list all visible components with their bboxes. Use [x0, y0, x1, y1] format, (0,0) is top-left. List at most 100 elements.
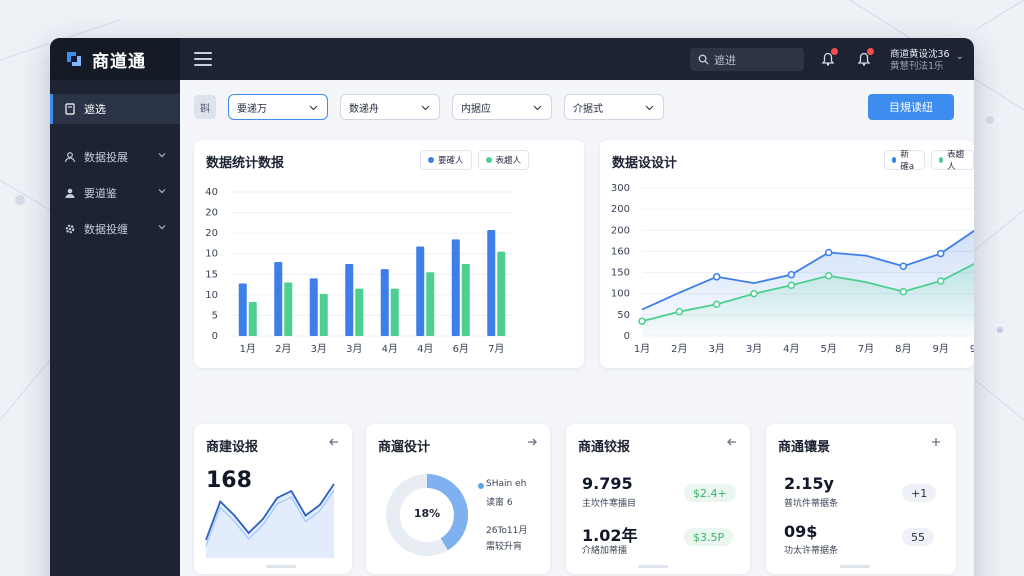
stat-card-metrics-b: 商通镶景 2.15y 普坑件蒂据条 +1 09$ 功太许蒂据条 55	[766, 424, 956, 574]
plus-icon[interactable]	[930, 436, 942, 448]
line-chart-card: 数据设设计 新確a 表趨人 0 50 100 150 160 200 200 300 1月 2月 3…	[600, 140, 974, 368]
alert-bell-icon[interactable]	[856, 48, 874, 67]
chevron-down-icon	[158, 225, 166, 230]
y-tick-label: 20	[205, 228, 218, 239]
x-tick-label: 2月	[275, 343, 291, 355]
select-value: 数递舟	[349, 103, 379, 115]
metric-label-1: 主坎件寒擂目	[582, 499, 637, 509]
x-tick-label: 4月	[783, 343, 799, 355]
user-menu[interactable]: 商道黄设沈36 黄慧刊法1乐 ⌄	[890, 49, 964, 73]
metric-pill-2: 55	[902, 528, 934, 546]
users-icon	[64, 152, 76, 163]
sidebar-item-label: 数据投展	[84, 151, 128, 164]
arrow-right-icon[interactable]	[526, 436, 538, 448]
bar-series-2	[284, 282, 293, 336]
donut-label: 18%	[413, 507, 441, 520]
filter-select-4[interactable]: 介据式	[564, 94, 664, 120]
y-tick-label: 10	[205, 290, 218, 301]
data-point	[899, 262, 908, 270]
sidebar-item-users[interactable]: 要道鉴	[50, 178, 180, 208]
stat-card-sparkline: 商建设报 168	[194, 424, 352, 574]
y-tick-label: 5	[212, 310, 218, 321]
x-tick-label: 6月	[453, 343, 469, 355]
arrow-left-icon[interactable]	[726, 436, 738, 448]
metric-label-2: 功太许蒂据条	[784, 546, 839, 556]
user-icon	[65, 188, 75, 198]
chevron-down-icon	[533, 105, 542, 111]
menu-toggle-icon[interactable]	[194, 52, 212, 66]
metric-value-2: 09$	[784, 522, 818, 541]
x-tick-label: 1月	[634, 343, 650, 355]
scroll-indicator	[840, 565, 870, 568]
data-point	[787, 270, 796, 279]
y-tick-label: 200	[611, 204, 630, 215]
filter-select-3[interactable]: 内据应	[452, 94, 552, 120]
filter-icon[interactable]: 斟	[194, 95, 216, 119]
metric-pill-2: $3.5P	[684, 528, 734, 546]
data-point	[712, 273, 721, 281]
document-icon	[65, 103, 75, 115]
user-name: 商道黄设沈36	[890, 49, 950, 60]
y-tick-label: 300	[611, 183, 630, 194]
bar-series-2	[319, 293, 328, 336]
y-tick-label: 40	[205, 187, 218, 198]
y-tick-label: 0	[212, 331, 218, 342]
bar-chart-card: 数据统计数报 要確人 表趨人 0 5 10 15 10 20 20 40 1月 2月 3月 3月 4月 4…	[194, 140, 584, 368]
data-point	[675, 307, 684, 316]
x-tick-label: 4月	[382, 343, 398, 355]
sidebar-item-overview[interactable]: 遮选	[50, 94, 180, 124]
card-title: 商遛役计	[378, 440, 431, 455]
card-title: 商通铰报	[578, 440, 631, 455]
x-tick-label: 9月	[970, 343, 974, 355]
y-tick-label: 0	[624, 331, 630, 342]
bar-series-1	[238, 283, 247, 336]
select-value: 要递万	[237, 103, 267, 115]
search-placeholder: 遮进	[714, 53, 736, 67]
sidebar-item-label: 数据投缠	[84, 223, 128, 236]
data-point	[712, 300, 721, 309]
data-point	[899, 287, 908, 296]
search-input[interactable]: 遮进	[690, 48, 804, 71]
filter-select-2[interactable]: 数递舟	[340, 94, 440, 120]
bar-series-1	[345, 264, 354, 336]
data-point	[787, 281, 796, 290]
metric-label-2: 介絡加蒂擂	[582, 546, 628, 556]
filter-select-1[interactable]: 要递万	[228, 94, 328, 120]
sidebar: 遮选 数据投展 要道鉴 数据投缠	[50, 80, 180, 576]
bar-series-2	[461, 264, 470, 336]
primary-action-button[interactable]: 目規读纽	[868, 94, 954, 120]
top-bar: 商道通 遮进 商道黄设沈36 黄慧刊法1乐 ⌄	[50, 38, 974, 80]
x-tick-label: 3月	[311, 343, 327, 355]
data-point	[638, 317, 646, 325]
brand[interactable]: 商道通	[50, 38, 180, 80]
sidebar-item-label: 遮选	[84, 103, 106, 116]
data-point	[824, 248, 833, 257]
chevron-down-icon: ⌄	[956, 52, 964, 62]
x-tick-label: 1月	[240, 343, 256, 355]
y-tick-label: 160	[611, 246, 630, 257]
x-tick-label: 7月	[858, 343, 874, 355]
main-content: 斟 要递万 数递舟 内据应 介据式 目規读纽 数据统计数报 要確人 表趨人 0 …	[180, 80, 974, 576]
chevron-down-icon	[421, 105, 430, 111]
data-point	[936, 277, 945, 285]
sidebar-item-label: 要道鉴	[84, 187, 117, 200]
donut-legend-line2: 读甯 6	[486, 498, 513, 508]
bar-series-2	[248, 302, 257, 336]
line-chart: 0 50 100 150 160 200 200 300 1月 2月 3月 3月 4月 5月 7月 8月 9月 9…	[611, 183, 974, 355]
sparkline-area	[206, 484, 334, 558]
bar-series-2	[355, 288, 364, 336]
bar-series-1	[274, 261, 283, 336]
sidebar-item-data[interactable]: 数据投展	[50, 142, 180, 172]
chevron-down-icon	[158, 153, 166, 158]
select-value: 介据式	[573, 103, 603, 115]
x-tick-label: 2月	[671, 343, 687, 355]
y-tick-label: 200	[611, 225, 630, 236]
x-tick-label: 3月	[708, 343, 724, 355]
x-tick-label: 3月	[746, 343, 762, 355]
user-role: 黄慧刊法1乐	[890, 61, 944, 72]
y-tick-label: 20	[205, 208, 218, 219]
sidebar-item-settings[interactable]: 数据投缠	[50, 214, 180, 244]
search-icon	[698, 54, 709, 65]
notification-bell-icon[interactable]	[820, 48, 838, 67]
donut-legend-line1: SHain eh	[486, 479, 527, 489]
